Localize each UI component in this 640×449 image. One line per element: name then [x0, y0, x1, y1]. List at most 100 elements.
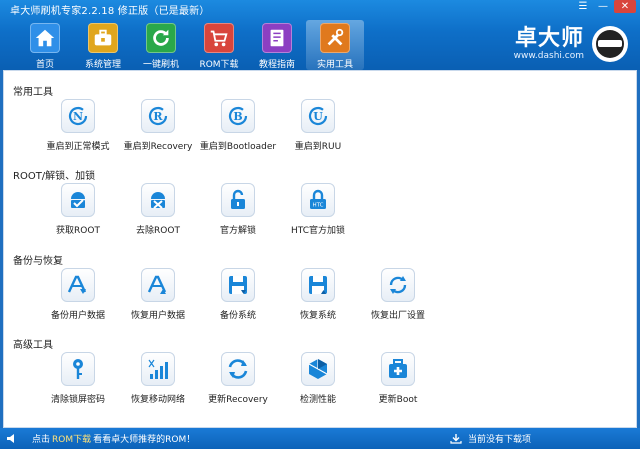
clear-lock-password-button[interactable]: 清除锁屏密码: [38, 352, 118, 405]
reboot-recovery-button[interactable]: R 重启到Recovery: [118, 99, 198, 152]
tile-label: 备份用户数据: [50, 311, 105, 321]
factory-reset-button[interactable]: 恢复出厂设置: [358, 268, 438, 321]
check-performance-button[interactable]: 检测性能: [278, 352, 358, 405]
section-title-advanced: 高级工具: [13, 340, 53, 351]
update-recovery-icon: [221, 352, 255, 386]
window-controls: ☰ — ✕: [574, 0, 636, 13]
tile-label: HTC官方加锁: [290, 226, 346, 236]
main-toolbar: 首页 系统管理 一键刷机 ROM下载 教程指南 实用工具: [16, 20, 364, 70]
svg-text:U: U: [313, 110, 323, 123]
tile-label: 获取ROOT: [56, 226, 100, 236]
tile-label: 检测性能: [299, 395, 336, 405]
toolbar-tutorial[interactable]: 教程指南: [248, 20, 306, 70]
android-remove-icon: [141, 183, 175, 217]
refresh-icon: [146, 23, 176, 53]
toolbar-label: ROM下载: [199, 60, 239, 70]
restore-data-button[interactable]: 恢复用户数据: [118, 268, 198, 321]
section-title-backup: 备份与恢复: [13, 256, 63, 267]
reboot-recovery-icon: R: [141, 99, 175, 133]
toolbar-one-click-flash[interactable]: 一键刷机: [132, 20, 190, 70]
key-icon: [61, 352, 95, 386]
status-suffix: 看看卓大师推荐的ROM！: [93, 435, 196, 445]
toolbar-label: 教程指南: [258, 60, 295, 70]
rom-download-link[interactable]: ROM下载: [52, 432, 91, 445]
tile-label: 重启到正常模式: [46, 142, 110, 152]
restore-mobile-network-button[interactable]: 恢复移动网络: [118, 352, 198, 405]
svg-text:R: R: [153, 110, 163, 123]
reboot-normal-button[interactable]: N 重启到正常模式: [38, 99, 118, 152]
official-unlock-button[interactable]: 官方解锁: [198, 183, 278, 236]
htc-lock-button[interactable]: HTC HTC官方加锁: [278, 183, 358, 236]
tile-label: 更新Boot: [378, 395, 418, 405]
reboot-bootloader-button[interactable]: B 重启到Bootloader: [198, 99, 278, 152]
update-boot-button[interactable]: 更新Boot: [358, 352, 438, 405]
toolbar-utilities[interactable]: 实用工具: [306, 20, 364, 70]
backup-system-button[interactable]: 备份系统: [198, 268, 278, 321]
svg-text:N: N: [73, 110, 83, 123]
restore-system-icon: [301, 268, 335, 302]
svg-text:B: B: [233, 110, 242, 123]
restore-data-icon: [141, 268, 175, 302]
get-root-button[interactable]: 获取ROOT: [38, 183, 118, 236]
download-icon: [450, 434, 462, 444]
close-button[interactable]: ✕: [614, 0, 636, 13]
tools-icon: [320, 23, 350, 53]
section-title-root: ROOT/解锁、加锁: [13, 171, 96, 182]
toolbar-system-manage[interactable]: 系统管理: [74, 20, 132, 70]
reboot-normal-icon: N: [61, 99, 95, 133]
toolbar-rom-download[interactable]: ROM下载: [190, 20, 248, 70]
tile-label: 更新Recovery: [208, 395, 268, 405]
tile-label: 重启到Recovery: [123, 142, 193, 152]
home-icon: [30, 23, 60, 53]
minimize-button[interactable]: —: [594, 0, 612, 13]
tile-label: 重启到Bootloader: [199, 142, 277, 152]
tile-label: 清除锁屏密码: [50, 395, 105, 405]
status-bar: 点击 ROM下载 看看卓大师推荐的ROM！ 当前没有下载项: [0, 428, 640, 449]
toolbox-icon: [88, 23, 118, 53]
reboot-ruu-icon: U: [301, 99, 335, 133]
signal-icon: [141, 352, 175, 386]
status-prefix: 点击: [32, 435, 51, 445]
toolbar-label: 系统管理: [84, 60, 121, 70]
update-recovery-button[interactable]: 更新Recovery: [198, 352, 278, 405]
medkit-icon: [381, 352, 415, 386]
performance-icon: [301, 352, 335, 386]
android-check-icon: [61, 183, 95, 217]
menu-button[interactable]: ☰: [574, 0, 592, 13]
tile-label: 备份系统: [219, 311, 256, 321]
tile-label: 恢复出厂设置: [370, 311, 425, 321]
tile-label: 恢复系统: [299, 311, 336, 321]
factory-reset-icon: [381, 268, 415, 302]
remove-root-button[interactable]: 去除ROOT: [118, 183, 198, 236]
htc-lock-icon: HTC: [301, 183, 335, 217]
save-system-icon: [221, 268, 255, 302]
reboot-bootloader-icon: B: [221, 99, 255, 133]
tile-label: 重启到RUU: [294, 142, 342, 152]
backup-data-button[interactable]: 备份用户数据: [38, 268, 118, 321]
toolbar-label: 一键刷机: [142, 60, 179, 70]
download-status[interactable]: 当前没有下载项: [450, 432, 531, 445]
section-title-common: 常用工具: [13, 87, 53, 98]
speaker-icon: [7, 434, 14, 443]
brand-name: 卓大师: [514, 26, 584, 51]
tile-label: 恢复移动网络: [130, 395, 185, 405]
tile-label: 官方解锁: [219, 226, 256, 236]
htc-icon-text: HTC: [312, 203, 323, 209]
utilities-panel: 常用工具 N 重启到正常模式 R 重启到Recovery B 重启到Bootlo…: [3, 70, 637, 428]
reboot-ruu-button[interactable]: U 重启到RUU: [278, 99, 358, 152]
cart-icon: [204, 23, 234, 53]
toolbar-label: 首页: [35, 60, 54, 70]
brand: 卓大师 www.dashi.com: [514, 22, 628, 66]
brand-url: www.dashi.com: [513, 51, 584, 61]
toolbar-home[interactable]: 首页: [16, 20, 74, 70]
tile-label: 恢复用户数据: [130, 311, 185, 321]
restore-system-button[interactable]: 恢复系统: [278, 268, 358, 321]
toolbar-label: 实用工具: [316, 60, 353, 70]
brand-logo-icon: [592, 26, 628, 62]
title-bar: 卓大师刷机专家2.2.18 修正版（已是最新） ☰ — ✕ 首页 系统管理 一键…: [0, 0, 640, 70]
window-title: 卓大师刷机专家2.2.18 修正版（已是最新）: [10, 6, 210, 17]
download-status-text: 当前没有下载项: [468, 435, 532, 445]
notebook-icon: [262, 23, 292, 53]
backup-data-icon: [61, 268, 95, 302]
unlock-icon: [221, 183, 255, 217]
